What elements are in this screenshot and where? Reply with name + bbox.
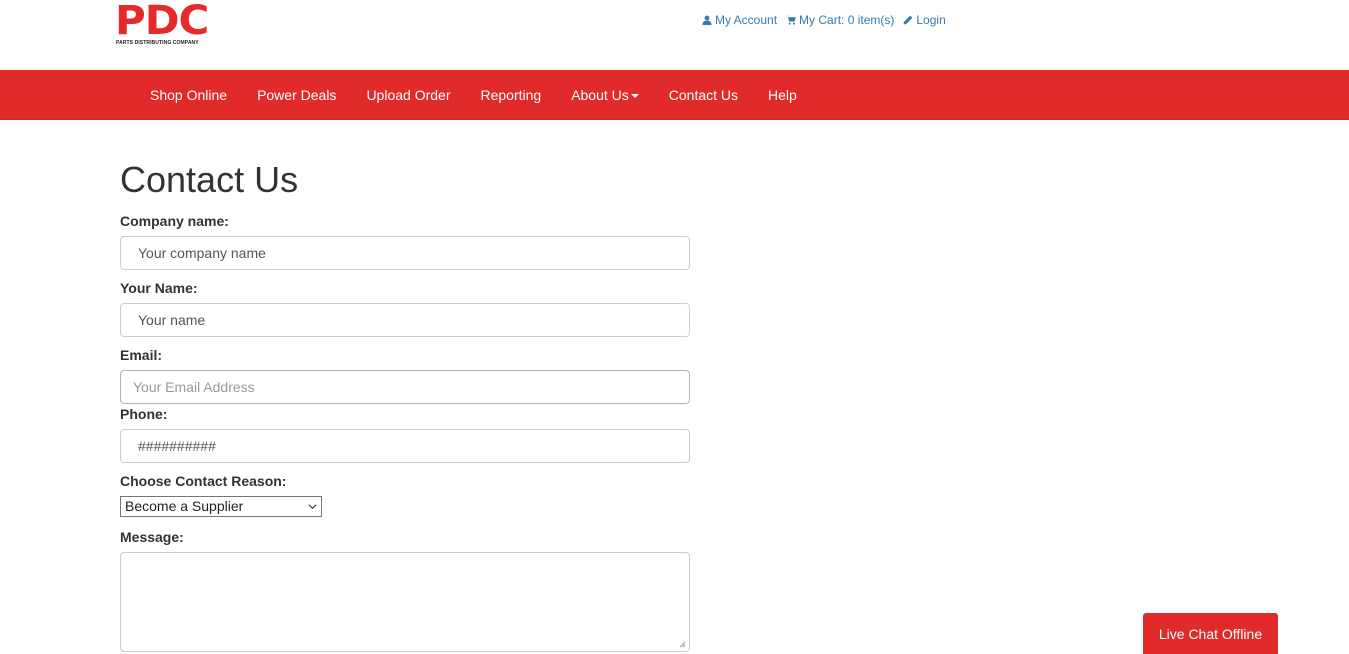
message-label: Message: — [120, 529, 184, 545]
email-label: Email: — [120, 347, 163, 363]
contact-reason-label: Choose Contact Reason: — [120, 473, 287, 489]
your-name-input[interactable] — [120, 303, 690, 337]
company-name-label: Company name: — [120, 213, 229, 229]
my-account-label: My Account — [715, 13, 778, 27]
nav-menu: Shop Online Power Deals Upload Order Rep… — [135, 70, 812, 120]
caret-down-icon — [630, 94, 639, 98]
pencil-icon — [903, 15, 913, 25]
my-account-link[interactable]: My Account — [702, 13, 777, 27]
cart-icon — [786, 15, 796, 25]
header: PDC PARTS DISTRIBUTING COMPANY My Accoun… — [0, 0, 1349, 70]
chevron-down-icon — [308, 504, 317, 510]
company-name-input[interactable] — [120, 236, 690, 270]
main-navbar: Shop Online Power Deals Upload Order Rep… — [0, 70, 1349, 120]
nav-about-us-label: About Us — [571, 87, 629, 103]
phone-label: Phone: — [120, 406, 168, 422]
resize-grip-icon[interactable] — [679, 641, 686, 648]
nav-about-us[interactable]: About Us — [556, 70, 654, 120]
pdc-logo[interactable]: PDC PARTS DISTRIBUTING COMPANY — [115, 0, 211, 49]
nav-reporting[interactable]: Reporting — [465, 70, 556, 120]
my-cart-link[interactable]: My Cart: 0 item(s) — [786, 13, 894, 27]
email-input[interactable] — [120, 370, 690, 404]
login-link[interactable]: Login — [903, 13, 946, 27]
nav-help[interactable]: Help — [753, 70, 812, 120]
phone-input[interactable] — [120, 429, 690, 463]
account-links: My Account My Cart: 0 item(s) Login — [702, 13, 946, 27]
contact-reason-select[interactable]: Become a Supplier — [120, 496, 322, 517]
my-cart-label: My Cart: 0 item(s) — [799, 13, 895, 27]
page-title: Contact Us — [120, 159, 299, 200]
message-textarea[interactable] — [120, 552, 690, 652]
login-label: Login — [916, 13, 946, 27]
user-icon — [702, 15, 712, 25]
contact-reason-value: Become a Supplier — [125, 498, 244, 514]
logo-letters: PDC — [115, 0, 209, 44]
nav-power-deals[interactable]: Power Deals — [242, 70, 351, 120]
your-name-label: Your Name: — [120, 280, 198, 296]
nav-shop-online[interactable]: Shop Online — [135, 70, 242, 120]
nav-contact-us[interactable]: Contact Us — [654, 70, 753, 120]
nav-upload-order[interactable]: Upload Order — [351, 70, 465, 120]
live-chat-button[interactable]: Live Chat Offline — [1143, 613, 1278, 654]
logo-tagline: PARTS DISTRIBUTING COMPANY — [116, 40, 199, 46]
